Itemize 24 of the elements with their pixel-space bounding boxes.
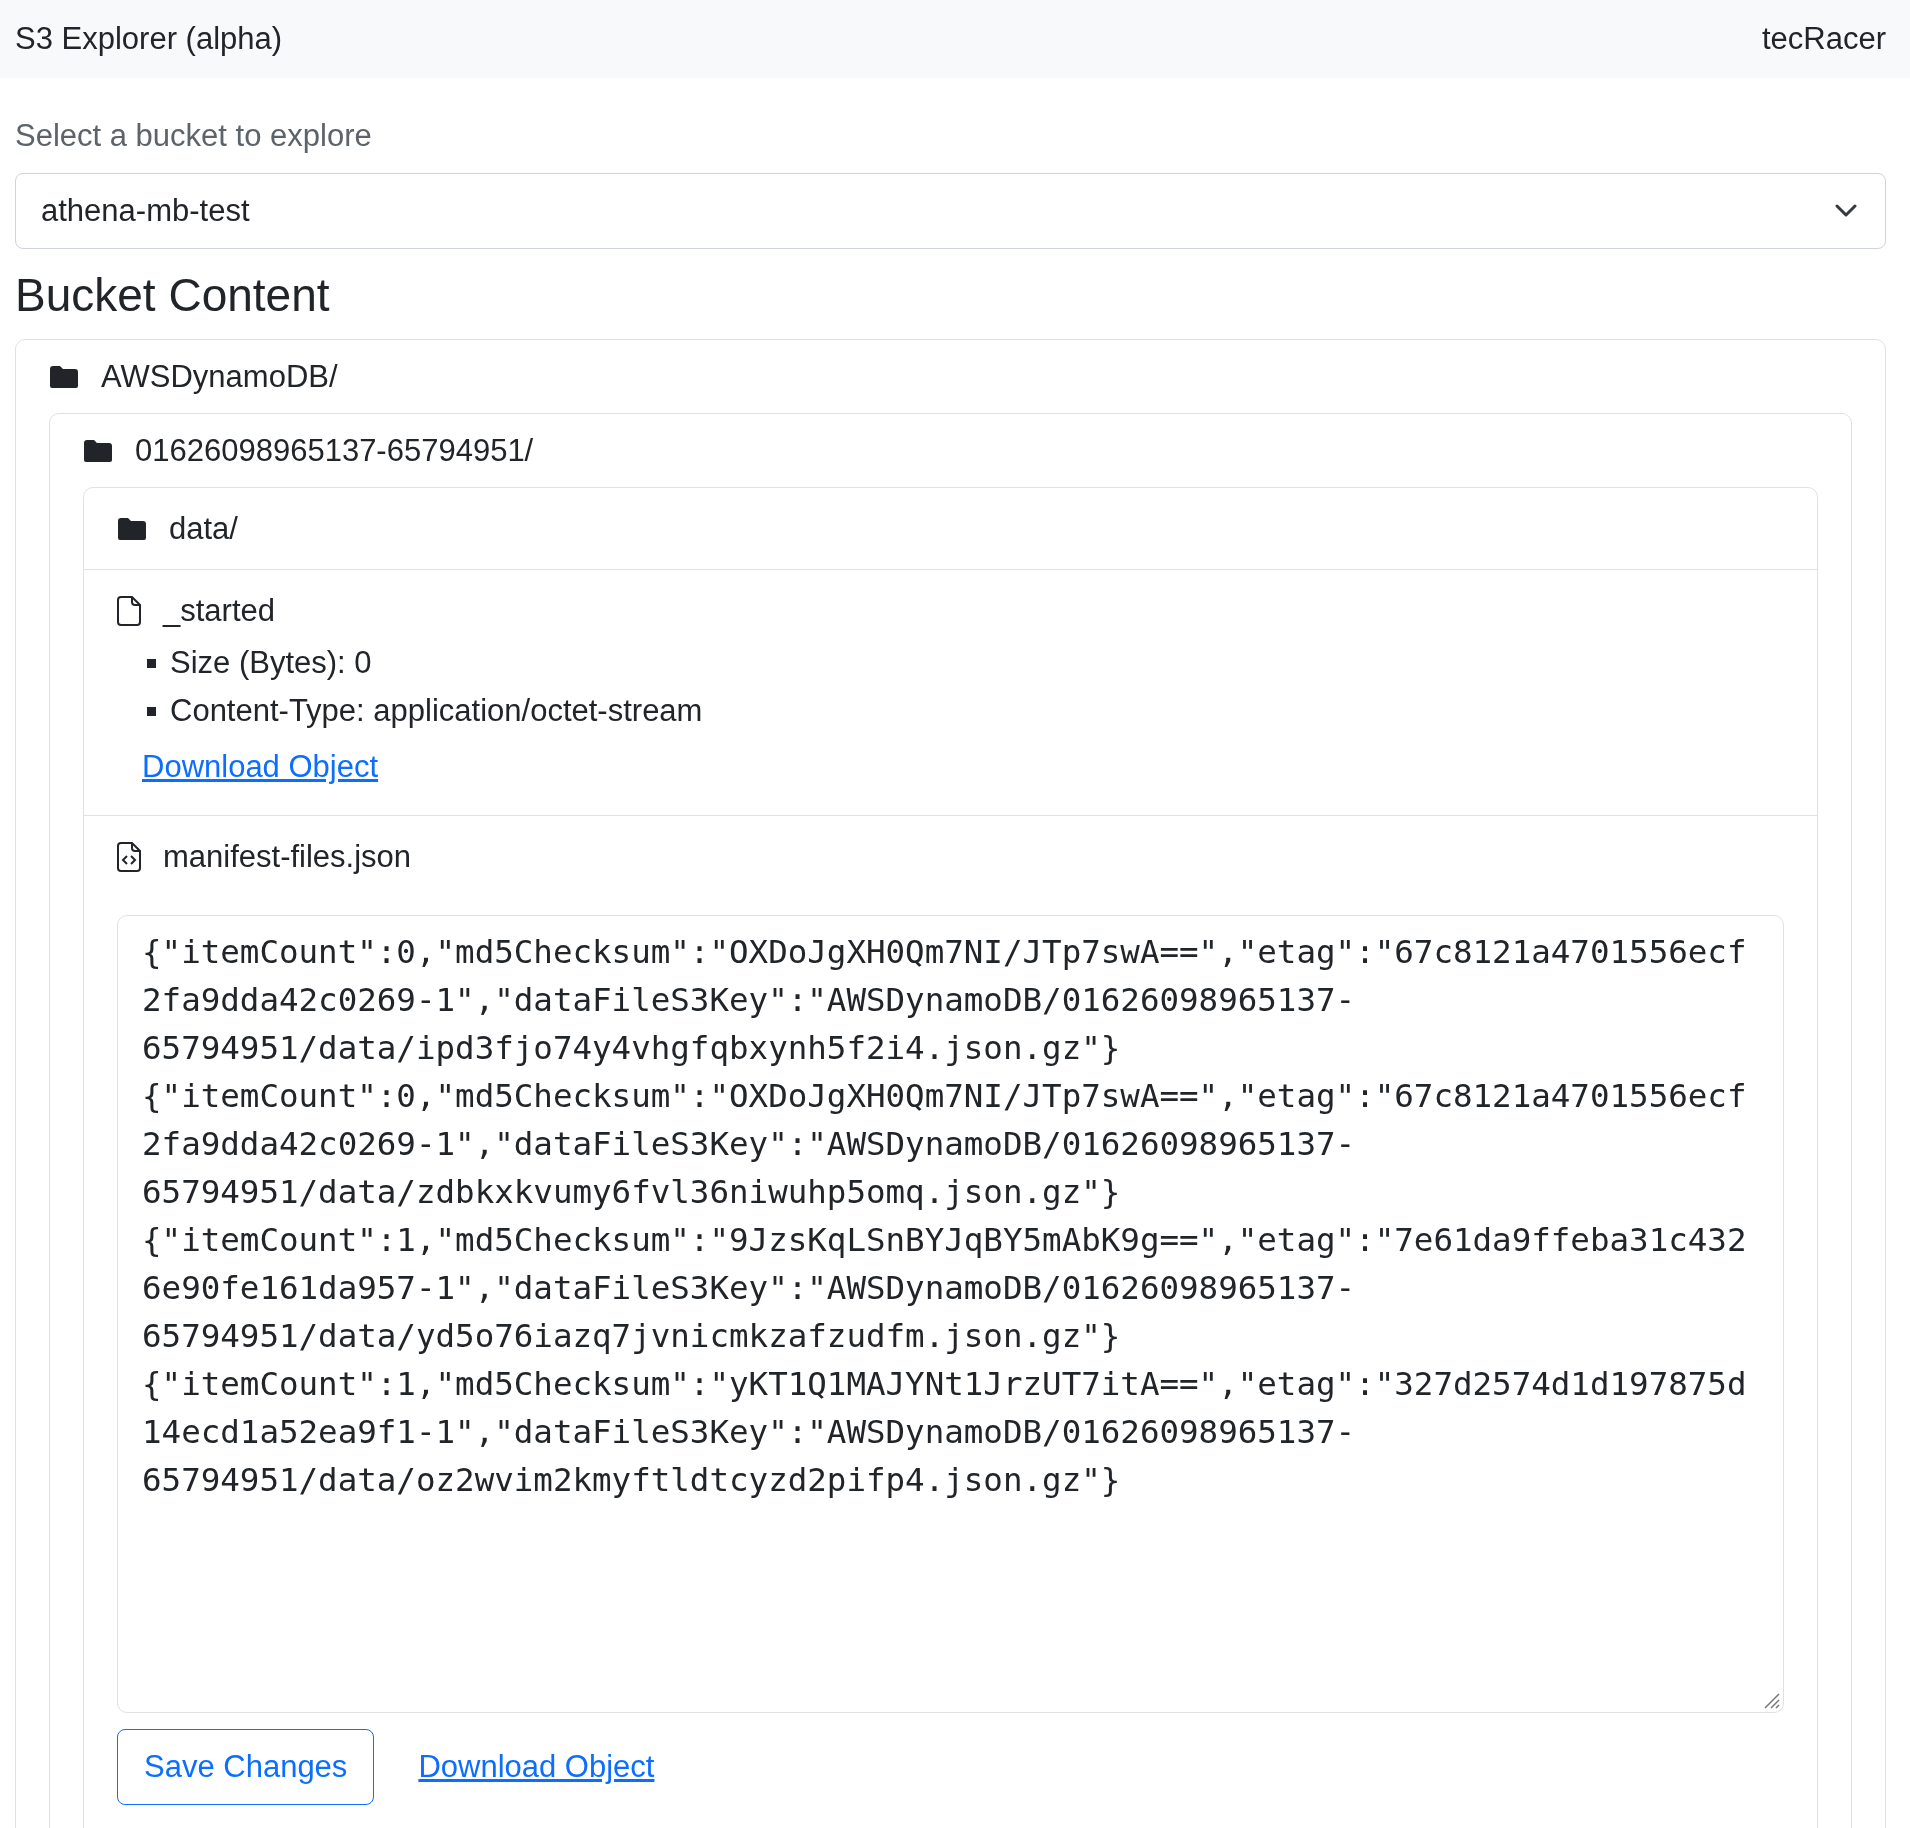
file-content-field[interactable]: {"itemCount":0,"md5Checksum":"OXDoJgXH0Qm7NI/JTp7swA==","etag":"67c8121a4701556ecf2fa9dda42c0269-1","dataFileS3Key":"AWSDynamoDB/01626098965137-65794951/data/ipd3fjo74y4vhgfqbxynh5f2i4.json.gz"} {"itemCount":0,"md5Checksum":"OXDoJgXH0Qm7NI/JTp7swA==","etag":"67c8121a4701556ecf2fa9dda42c0269-1","dataFileS3Key":"AWSDynamoDB/01626098965137-65794951/data/zdbkxkvumy6fvl36niwuhp5omq.json.gz"} {"itemCount":1,"md5Checksum":"9JzsKqLSnBYJqBY5mAbK9g==","etag":"7e61da9ffeba31c4326e90fe161da957-1","dataFileS3Key":"AWSDynamoDB/01626098965137-65794951/data/yd5o76iazq7jvnicmkzafzudfm.json.gz"} {"itemCount":1,"md5Checksum":"yKT1Q1MAJYNt1JrzUT7itA==","etag":"327d2574d1d197875d14ecd1a52ea9f1-1","dataFileS3Key":"AWSDynamoDB/01626098965137-65794951/data/oz2wvim2kmyftldtcyzd2pifp4.json.gz"} (117, 915, 1784, 1713)
file-icon (117, 595, 141, 626)
folder-icon (117, 516, 147, 541)
app-title: S3 Explorer (alpha) (15, 21, 283, 57)
save-changes-button[interactable]: Save Changes (117, 1729, 375, 1805)
brand-name: tecRacer (1761, 21, 1886, 57)
folder-name[interactable]: 01626098965137-65794951/ (135, 432, 534, 469)
bullet-icon (147, 706, 156, 716)
download-link[interactable]: Download Object (142, 749, 379, 784)
code-file-icon (117, 841, 141, 872)
folder-icon (49, 364, 79, 389)
file-name[interactable]: _started (163, 592, 275, 629)
file-detail: Content-Type: application/octet-stream (170, 693, 703, 729)
file-name[interactable]: manifest-files.json (163, 838, 412, 875)
folder-name[interactable]: data/ (169, 510, 238, 547)
bucket-select-label: Select a bucket to explore (15, 117, 373, 155)
section-heading: Bucket Content (15, 268, 331, 323)
download-link[interactable]: Download Object (418, 1749, 655, 1785)
bucket-select[interactable]: athena-mb-test (15, 173, 1886, 249)
folder-icon (83, 438, 113, 463)
file-detail: Size (Bytes): 0 (170, 645, 372, 681)
folder-name[interactable]: AWSDynamoDB/ (101, 358, 338, 395)
chevron-down-icon (1835, 204, 1857, 218)
bullet-icon (147, 658, 156, 668)
